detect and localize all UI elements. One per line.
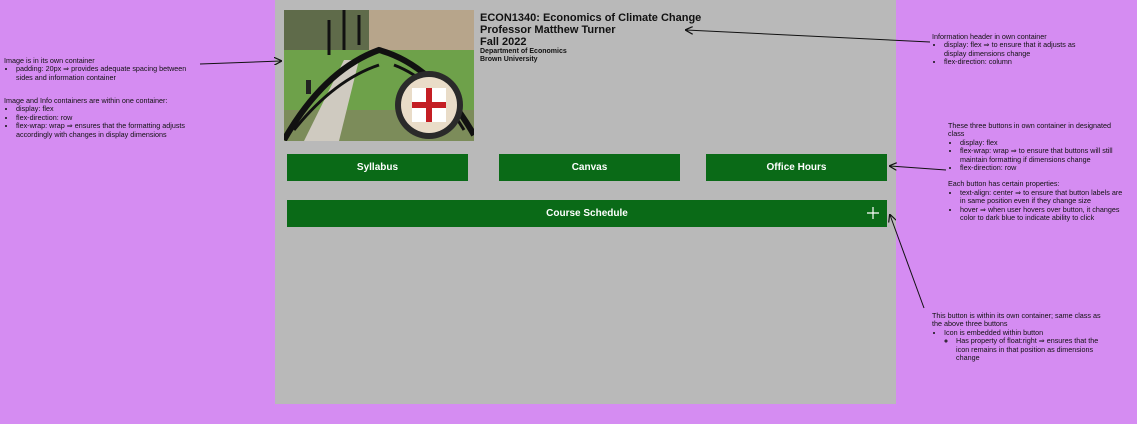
arrow-schedule — [890, 215, 925, 309]
arrow-buttons — [890, 166, 947, 171]
arrow-header — [686, 30, 931, 43]
arrow-image — [199, 61, 281, 64]
annotation-arrows — [199, 0, 947, 309]
